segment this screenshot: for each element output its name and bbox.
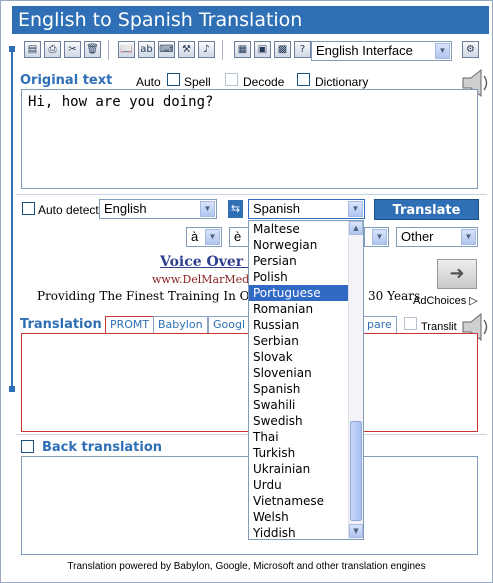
tools-icon[interactable]: ⚒ <box>178 41 195 58</box>
spell-checkbox[interactable] <box>167 73 180 86</box>
auto-option-label: Auto <box>136 75 161 89</box>
tab-babylon[interactable]: Babylon <box>153 316 208 333</box>
language-option[interactable]: Yiddish <box>249 525 349 541</box>
original-text-value: Hi, how are you doing? <box>28 94 214 110</box>
spellcheck-icon[interactable]: ab <box>138 41 155 58</box>
tab-google[interactable]: Googl <box>208 316 251 333</box>
other-chars-value: Other <box>401 229 434 244</box>
special-char-select-3[interactable]: ▼ <box>364 227 389 247</box>
language-option[interactable]: Welsh <box>249 509 349 525</box>
special-char-select-2[interactable]: è <box>229 227 249 247</box>
tab-promt[interactable]: PROMT <box>105 316 155 333</box>
language-option[interactable]: Slovak <box>249 349 349 365</box>
translit-label: Translit <box>421 321 457 333</box>
ad-text: Providing The Finest Training In Orang <box>37 289 278 303</box>
language-option[interactable]: Vietnamese <box>249 493 349 509</box>
language-option[interactable]: Russian <box>249 317 349 333</box>
language-option[interactable]: Thai <box>249 429 349 445</box>
image-icon[interactable]: ▣ <box>254 41 271 58</box>
auto-detect-checkbox[interactable] <box>22 202 35 215</box>
decode-checkbox[interactable] <box>225 73 238 86</box>
original-text-input[interactable]: Hi, how are you doing? <box>21 89 478 189</box>
other-chars-select[interactable]: Other ▼ <box>396 227 478 247</box>
original-text-label: Original text <box>20 73 113 88</box>
print-icon[interactable]: ⎙ <box>44 41 61 58</box>
left-accent-dot-bottom <box>9 386 15 392</box>
window-title: English to Spanish Translation <box>12 6 489 34</box>
target-language-select[interactable]: Spanish ▼ <box>248 199 365 219</box>
language-option[interactable]: Swahili <box>249 397 349 413</box>
help-icon[interactable]: ? <box>294 41 311 58</box>
translate-button[interactable]: Translate <box>374 199 479 220</box>
scrollbar-thumb[interactable] <box>350 421 362 521</box>
language-option[interactable]: Persian <box>249 253 349 269</box>
language-option[interactable]: Maltese <box>249 221 349 237</box>
delete-icon[interactable]: 🗑 <box>84 41 101 58</box>
target-language-dropdown[interactable]: Maltese Norwegian Persian Polish Portugu… <box>248 220 364 540</box>
new-document-icon[interactable]: ▤ <box>24 41 41 58</box>
target-language-value: Spanish <box>253 201 300 216</box>
chevron-down-icon: ▼ <box>348 201 363 217</box>
language-option[interactable]: Ukrainian <box>249 461 349 477</box>
decode-option-label: Decode <box>243 75 285 89</box>
cut-icon[interactable]: ✂ <box>64 41 81 58</box>
chevron-down-icon: ▼ <box>372 229 387 245</box>
auto-detect-label: Auto detect <box>38 203 99 217</box>
language-option[interactable]: Romanian <box>249 301 349 317</box>
toolbar-separator <box>222 40 223 60</box>
translation-label: Translation <box>20 317 102 332</box>
adchoices-label: AdChoices <box>413 295 467 307</box>
language-option[interactable]: Polish <box>249 269 349 285</box>
chevron-down-icon: ▼ <box>461 229 476 245</box>
ad-next-arrow-icon[interactable]: ➜ <box>437 259 477 289</box>
dictionary-option-label: Dictionary <box>315 75 369 89</box>
ad-title-link[interactable]: Voice Over T <box>160 254 258 270</box>
chevron-down-icon: ▼ <box>205 229 220 245</box>
chevron-down-icon: ▼ <box>200 201 215 217</box>
save-icon[interactable]: ▦ <box>234 41 251 58</box>
translit-checkbox[interactable] <box>404 317 417 330</box>
swap-languages-icon[interactable]: ⇆ <box>228 200 243 218</box>
settings-icon[interactable]: ⚙ <box>462 41 479 58</box>
toolbar-separator <box>108 40 109 60</box>
special-char-value-1: à <box>191 229 199 244</box>
folder-icon[interactable]: ▩ <box>274 41 291 58</box>
back-translation-checkbox[interactable] <box>21 440 34 453</box>
scroll-up-icon[interactable]: ▲ <box>349 221 363 235</box>
tab-compare[interactable]: pare <box>362 316 397 333</box>
special-char-value-2: è <box>234 229 242 244</box>
language-option[interactable]: Slovenian <box>249 365 349 381</box>
chevron-down-icon: ▼ <box>435 43 450 59</box>
interface-language-select[interactable]: English Interface ▼ <box>311 41 452 61</box>
speech-icon[interactable]: ♪ <box>198 41 215 58</box>
left-accent-dot-top <box>9 46 15 52</box>
language-option[interactable]: Swedish <box>249 413 349 429</box>
dictionary-checkbox[interactable] <box>297 73 310 86</box>
spell-option-label: Spell <box>184 75 211 89</box>
special-char-select-1[interactable]: à ▼ <box>186 227 222 247</box>
keyboard-icon[interactable]: ⌨ <box>158 41 175 58</box>
left-accent-line <box>11 46 13 390</box>
language-option-selected[interactable]: Portuguese <box>249 285 349 301</box>
language-option[interactable]: Urdu <box>249 477 349 493</box>
scroll-down-icon[interactable]: ▼ <box>349 524 363 538</box>
adchoices-link[interactable]: AdChoices ▷ <box>413 294 478 307</box>
footer-credits: Translation powered by Babylon, Google, … <box>67 561 426 572</box>
toolbar: ▤ ⎙ ✂ 🗑 📖 ab ⌨ ⚒ ♪ ▦ ▣ ▩ ? English Inter… <box>20 38 485 64</box>
language-option[interactable]: Spanish <box>249 381 349 397</box>
section-divider <box>16 194 487 195</box>
dropdown-scrollbar[interactable]: ▲ ▼ <box>348 221 363 539</box>
interface-language-value: English Interface <box>316 43 413 58</box>
adchoices-icon: ▷ <box>469 295 478 307</box>
language-option[interactable]: Norwegian <box>249 237 349 253</box>
dictionary-book-icon[interactable]: 📖 <box>118 41 135 58</box>
language-option[interactable]: Serbian <box>249 333 349 349</box>
source-language-value: English <box>104 201 147 216</box>
back-translation-label: Back translation <box>42 440 163 455</box>
language-option[interactable]: Turkish <box>249 445 349 461</box>
ad-url[interactable]: www.DelMarMed <box>152 273 249 286</box>
source-language-select[interactable]: English ▼ <box>99 199 217 219</box>
